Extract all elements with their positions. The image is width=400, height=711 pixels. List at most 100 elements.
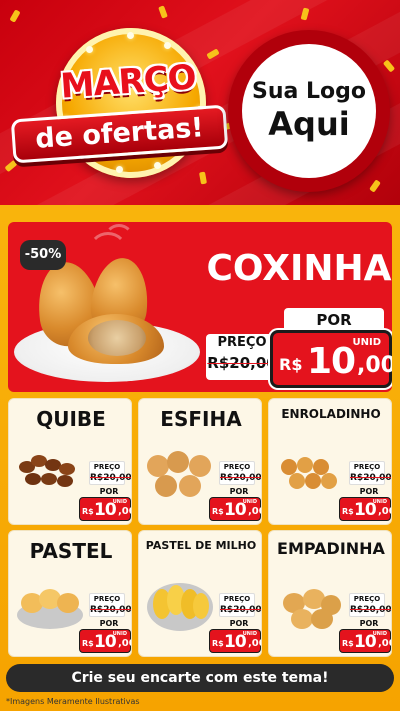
- por-label: POR: [229, 487, 249, 496]
- price-decimal: ,00: [118, 506, 131, 517]
- new-price-box: UNIDR$10,00: [339, 497, 391, 521]
- pastel-de-milho-icon: [145, 575, 215, 645]
- new-price-box: UNIDR$10,00: [209, 629, 261, 653]
- por-label: POR: [99, 619, 119, 628]
- bulb-light: [127, 32, 134, 39]
- por-label: POR: [359, 487, 379, 496]
- food-piece: [291, 609, 313, 629]
- old-price: R$20,00: [90, 605, 132, 615]
- price-decimal: ,00: [248, 506, 261, 517]
- coxinha-filling-image: [88, 320, 146, 356]
- old-price-box: PREÇO R$20,00: [206, 334, 278, 380]
- food-piece: [289, 473, 305, 489]
- product-card[interactable]: ESFIHA PREÇO R$20,00 PORUNIDR$10,00: [138, 398, 262, 525]
- bulb-light: [116, 166, 123, 173]
- old-price-box: PREÇO R$20,00: [349, 593, 392, 617]
- price-integer: 10: [224, 632, 247, 652]
- new-price-box: UNID R$ 10 ,00: [270, 330, 392, 388]
- product-card[interactable]: PASTEL PREÇO R$20,00 PORUNIDR$10,00: [8, 530, 132, 657]
- por-label: POR: [229, 619, 249, 628]
- price-integer: 10: [224, 500, 247, 520]
- food-piece: [297, 457, 313, 473]
- price-integer: 10: [94, 632, 117, 652]
- price-decimal: ,00: [248, 638, 261, 649]
- price-decimal: ,00: [378, 638, 391, 649]
- product-card[interactable]: PASTEL DE MILHO PREÇO R$20,00 POR UNID R$ 10,0…: [138, 530, 262, 657]
- price-integer: 10: [354, 500, 377, 520]
- food-piece: [17, 465, 83, 499]
- por-label: POR: [359, 619, 379, 628]
- currency-symbol: R$: [212, 639, 224, 648]
- esfiha-icon: [145, 443, 215, 513]
- steam-icon: [104, 224, 134, 254]
- new-price-box: UNIDR$10,00: [209, 497, 261, 521]
- old-price-box: PREÇO R$20,00: [349, 461, 392, 485]
- featured-product-card[interactable]: -50% COXINHA POR PREÇO R$20,00 UNID R$ 1…: [8, 222, 392, 392]
- old-price-box: PREÇO R$20,00: [219, 461, 262, 485]
- currency-symbol: R$: [212, 507, 224, 516]
- por-label: POR: [99, 487, 119, 496]
- price-integer: 10: [94, 500, 117, 520]
- product-name: ENROLADINHO: [281, 407, 381, 421]
- logo-placeholder[interactable]: Sua Logo Aqui: [228, 30, 390, 192]
- product-name: PASTEL DE MILHO: [145, 539, 257, 552]
- flyer-page: MARÇO de ofertas! Sua Logo Aqui -50% COX…: [0, 0, 400, 711]
- food-piece: [193, 593, 209, 619]
- preco-label: PREÇO: [223, 463, 251, 471]
- currency-symbol: R$: [342, 639, 354, 648]
- product-name: EMPADINHA: [277, 539, 385, 558]
- price-integer: 10: [307, 341, 356, 382]
- preco-label: PREÇO: [353, 463, 381, 471]
- old-price: R$20,00: [90, 473, 132, 483]
- currency-symbol: R$: [342, 507, 354, 516]
- food-piece: [321, 473, 337, 489]
- enroladinho-icon: [275, 443, 345, 513]
- logo-inner: Sua Logo Aqui: [242, 44, 376, 178]
- empadinha-icon: [275, 575, 345, 645]
- product-card[interactable]: EMPADINHA PREÇO R$20,00 PORUNIDR$10,00: [268, 530, 392, 657]
- price-integer: 10: [354, 632, 377, 652]
- logo-text-top: Sua Logo: [251, 79, 366, 104]
- new-price-box: UNIDR$10,00: [79, 629, 131, 653]
- food-piece: [155, 475, 177, 497]
- product-card[interactable]: QUIBE PREÇO R$20,00 PORUNIDR$10,00: [8, 398, 132, 525]
- food-piece: [305, 473, 321, 489]
- old-price: R$20,00: [350, 473, 392, 483]
- product-card[interactable]: ENROLADINHO PREÇO R$20,00 PORUNIDR$10,00: [268, 398, 392, 525]
- food-piece: [179, 475, 201, 497]
- old-price-box: PREÇO R$20,00: [89, 461, 132, 485]
- new-price-box: UNIDR$10,00: [339, 629, 391, 653]
- product-name: QUIBE: [36, 407, 106, 431]
- food-piece: [57, 593, 79, 613]
- price-decimal: ,00: [118, 638, 131, 649]
- header-banner: MARÇO de ofertas! Sua Logo Aqui: [0, 0, 400, 215]
- confetti: [158, 5, 168, 19]
- preco-label: PREÇO: [217, 335, 267, 350]
- food-piece: [147, 455, 169, 477]
- old-price-box: PREÇO R$20,00: [89, 593, 132, 617]
- preco-label: PREÇO: [353, 595, 381, 603]
- product-name: PASTEL: [29, 539, 113, 563]
- promo-badge: MARÇO de ofertas!: [10, 20, 229, 190]
- food-piece: [189, 455, 211, 477]
- currency-symbol: R$: [279, 355, 303, 374]
- cta-banner[interactable]: Crie seu encarte com este tema!: [6, 664, 394, 692]
- bulb-light: [86, 46, 93, 53]
- unid-label: UNID: [352, 337, 381, 348]
- old-price: R$20,00: [220, 473, 262, 483]
- bulb-light: [164, 42, 171, 49]
- currency-symbol: R$: [82, 639, 94, 648]
- pastel-icon: [15, 575, 85, 645]
- discount-badge: -50%: [20, 240, 66, 270]
- bulb-light: [154, 162, 161, 169]
- old-price: R$20,00: [350, 605, 392, 615]
- quibe-icon: [15, 443, 85, 513]
- preco-label: PREÇO: [223, 595, 251, 603]
- currency-symbol: R$: [82, 507, 94, 516]
- old-price: R$20,00: [207, 354, 277, 372]
- logo-text-bottom: Aqui: [268, 105, 350, 143]
- confetti: [369, 179, 381, 193]
- preco-label: PREÇO: [93, 463, 121, 471]
- disclaimer-text: *Imagens Meramente Ilustrativas: [6, 697, 140, 706]
- food-piece: [167, 451, 189, 473]
